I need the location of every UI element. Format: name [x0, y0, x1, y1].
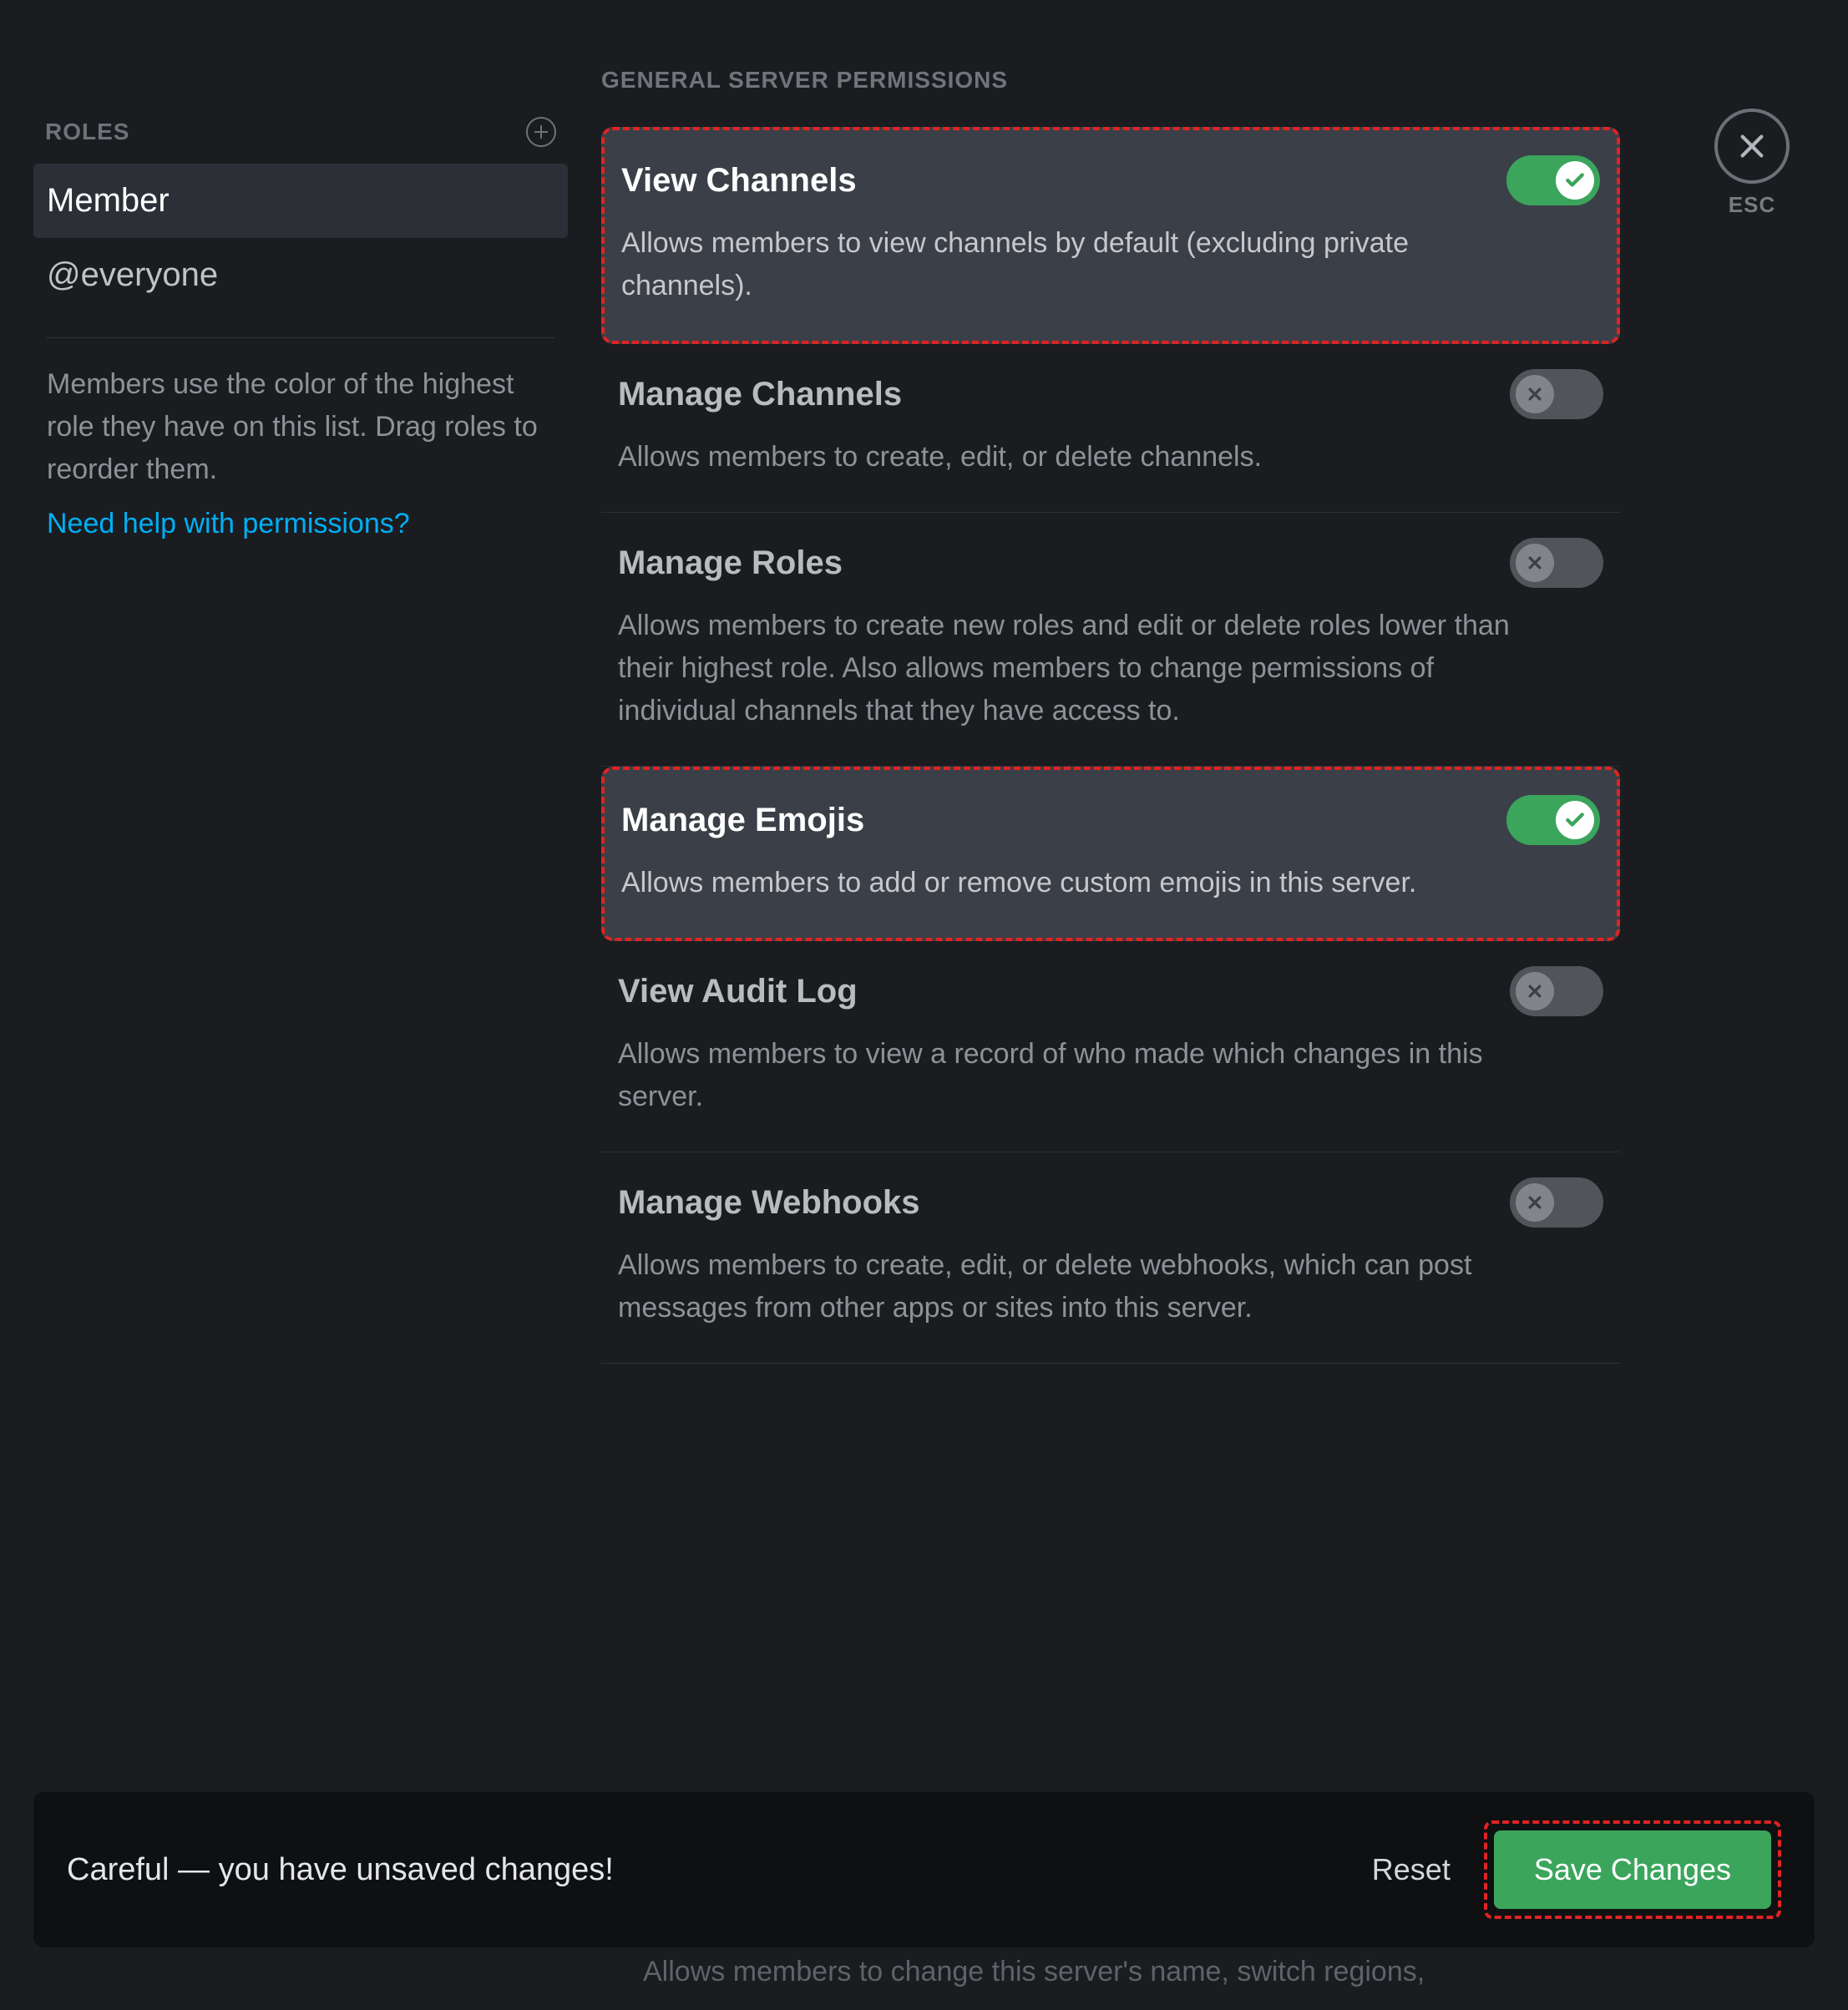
- permission-manage-roles: Manage Roles Allows members to create new…: [601, 513, 1620, 767]
- section-header: GENERAL SERVER PERMISSIONS: [601, 67, 1620, 94]
- check-icon: [1556, 801, 1594, 839]
- permission-toggle-manage-emojis[interactable]: [1506, 795, 1600, 845]
- save-changes-button[interactable]: Save Changes: [1494, 1830, 1771, 1909]
- unsaved-changes-bar: Careful — you have unsaved changes! Rese…: [33, 1792, 1815, 1947]
- permission-desc: Allows members to view a record of who m…: [618, 1033, 1520, 1118]
- roles-list: Member @everyone: [33, 164, 568, 312]
- close-button[interactable]: [1714, 109, 1790, 184]
- x-icon: [1516, 375, 1554, 413]
- close-panel: ESC: [1714, 109, 1790, 218]
- main-panel: GENERAL SERVER PERMISSIONS View Channels…: [601, 67, 1620, 1364]
- permission-manage-webhooks: Manage Webhooks Allows members to create,…: [601, 1152, 1620, 1364]
- permission-toggle-manage-channels[interactable]: [1510, 369, 1603, 419]
- permission-manage-emojis: Manage Emojis Allows members to add or re…: [601, 767, 1620, 941]
- permission-desc: Allows members to create, edit, or delet…: [618, 436, 1520, 478]
- permission-desc: Allows members to create new roles and e…: [618, 605, 1520, 732]
- role-item-member[interactable]: Member: [33, 164, 568, 238]
- roles-header: ROLES: [45, 119, 129, 145]
- check-icon: [1556, 161, 1594, 200]
- x-icon: [1516, 544, 1554, 582]
- permissions-help-link[interactable]: Need help with permissions?: [33, 491, 568, 557]
- permission-title: Manage Emojis: [621, 802, 864, 839]
- role-item-everyone[interactable]: @everyone: [33, 238, 568, 312]
- divider: [47, 337, 554, 338]
- permission-title: View Channels: [621, 162, 857, 200]
- close-label: ESC: [1714, 192, 1790, 218]
- permission-toggle-view-channels[interactable]: [1506, 155, 1600, 205]
- permission-desc: Allows members to add or remove custom e…: [621, 862, 1523, 904]
- role-label: Member: [47, 182, 170, 219]
- x-icon: [1516, 1183, 1554, 1222]
- permission-desc: Allows members to view channels by defau…: [621, 222, 1523, 307]
- permission-view-channels: View Channels Allows members to view chan…: [601, 127, 1620, 344]
- permission-toggle-manage-roles[interactable]: [1510, 538, 1603, 588]
- permission-desc: Allows members to create, edit, or delet…: [618, 1244, 1520, 1329]
- permission-title: Manage Roles: [618, 544, 843, 582]
- role-label: @everyone: [47, 256, 218, 293]
- unsaved-message: Careful — you have unsaved changes!: [67, 1852, 1339, 1888]
- permission-title: Manage Channels: [618, 376, 902, 413]
- manage-server-desc-partial: Allows members to change this server's n…: [643, 1951, 1425, 1993]
- save-button-highlight: Save Changes: [1484, 1820, 1781, 1919]
- reset-button[interactable]: Reset: [1372, 1852, 1451, 1887]
- permission-toggle-view-audit-log[interactable]: [1510, 966, 1603, 1016]
- permission-view-audit-log: View Audit Log Allows members to view a r…: [601, 941, 1620, 1152]
- permission-title: Manage Webhooks: [618, 1184, 920, 1222]
- x-icon: [1516, 972, 1554, 1010]
- permission-toggle-manage-webhooks[interactable]: [1510, 1177, 1603, 1228]
- permissions-list: View Channels Allows members to view chan…: [601, 127, 1620, 1364]
- permission-title: View Audit Log: [618, 973, 858, 1010]
- sidebar-help-text: Members use the color of the highest rol…: [33, 363, 568, 491]
- sidebar: ROLES Member @everyone Members use the co…: [33, 67, 568, 1364]
- permission-manage-channels: Manage Channels Allows members to create,…: [601, 344, 1620, 513]
- add-role-icon[interactable]: [526, 117, 556, 147]
